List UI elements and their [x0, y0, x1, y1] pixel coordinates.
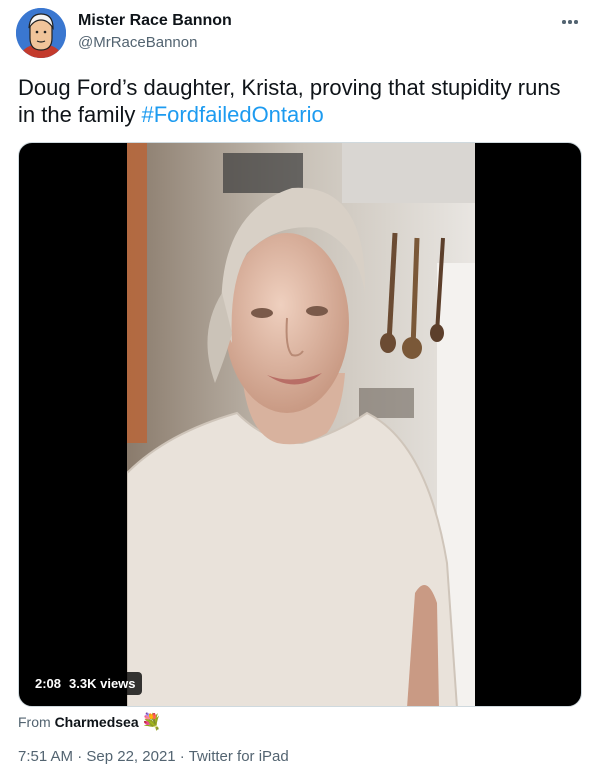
- bouquet-emoji: 💐: [141, 714, 162, 731]
- tweet-date[interactable]: Sep 22, 2021: [86, 748, 175, 765]
- tweet-time[interactable]: 7:51 AM: [18, 748, 73, 765]
- tweet-text: Doug Ford’s daughter, Krista, proving th…: [18, 74, 578, 128]
- author-handle[interactable]: @MrRaceBannon: [78, 34, 197, 51]
- video-frame: [127, 143, 475, 706]
- avatar-image: [16, 8, 66, 58]
- source-account-link[interactable]: Charmedsea: [55, 714, 139, 730]
- tweet-client[interactable]: Twitter for iPad: [189, 748, 289, 765]
- source-prefix: From: [18, 714, 55, 730]
- more-options-icon[interactable]: [557, 12, 583, 32]
- avatar[interactable]: [16, 8, 66, 58]
- meta-separator: ·: [73, 748, 87, 765]
- video-duration: 2:08: [35, 676, 62, 691]
- tweet-meta: 7:51 AM · Sep 22, 2021 · Twitter for iPa…: [18, 748, 289, 765]
- video-player[interactable]: 2:08 3.3K views: [18, 142, 582, 707]
- meta-separator: ·: [175, 748, 189, 765]
- video-stats-badge: 2:08 3.3K views: [29, 672, 142, 695]
- video-views: 3.3K views: [69, 676, 136, 691]
- hashtag-link[interactable]: #FordfailedOntario: [142, 102, 324, 127]
- video-source: From Charmedsea 💐: [18, 712, 162, 732]
- author-name[interactable]: Mister Race Bannon: [78, 12, 232, 30]
